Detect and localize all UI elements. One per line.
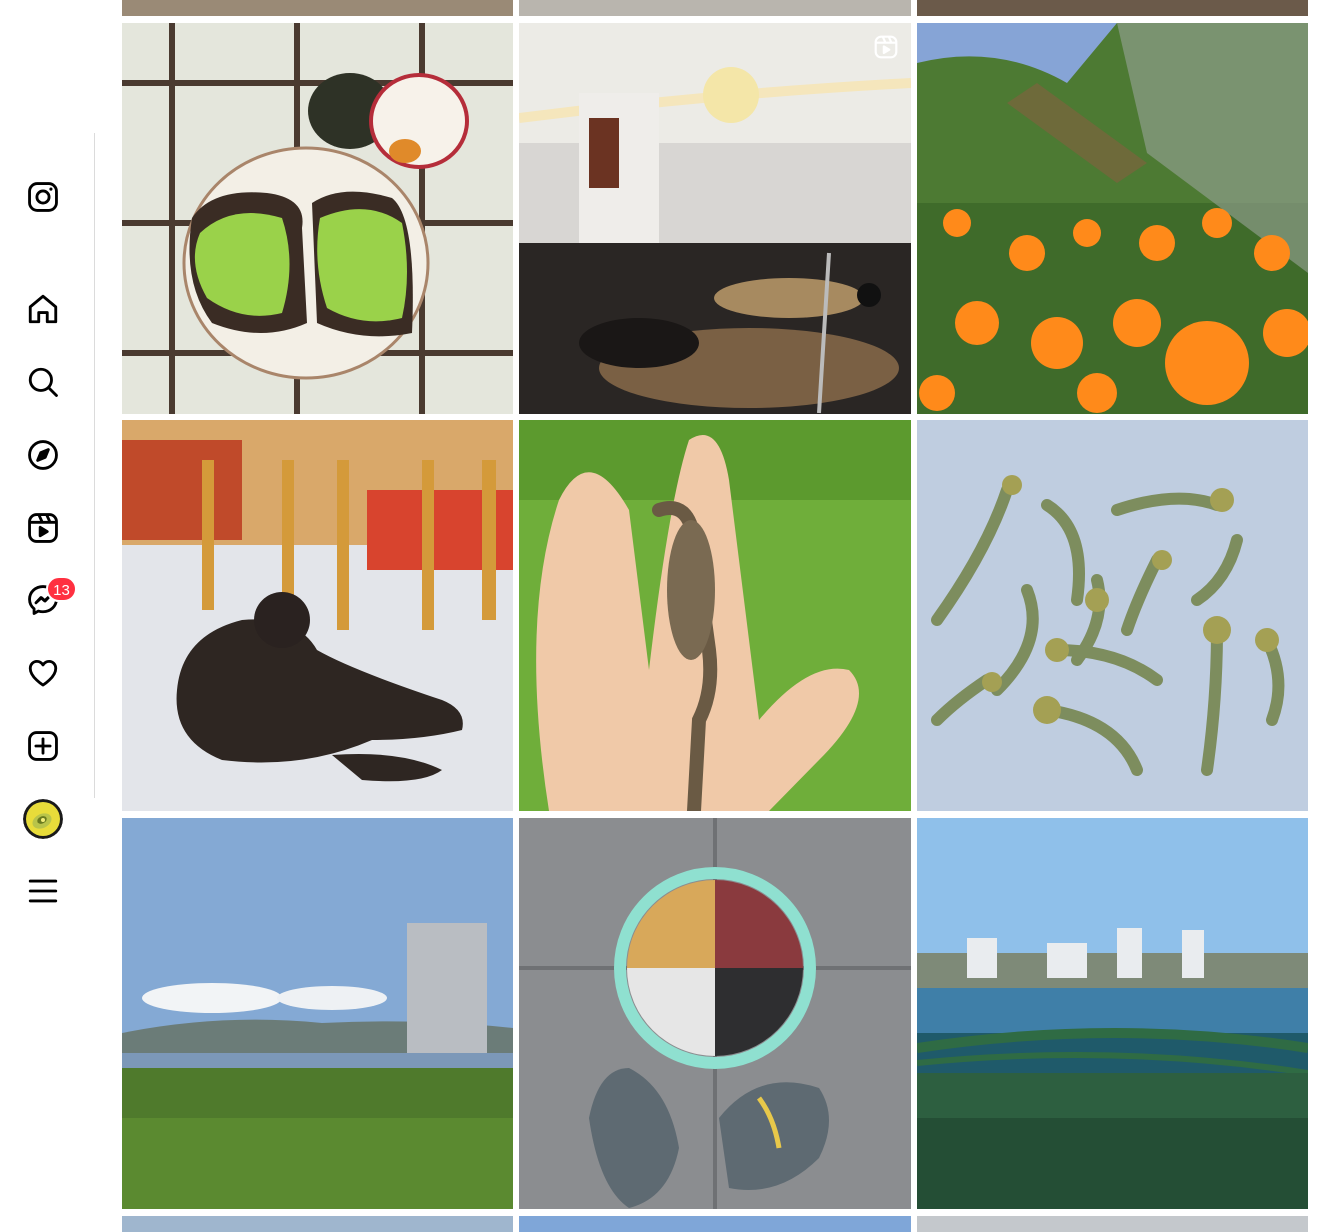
reel-badge-icon xyxy=(873,34,899,60)
post-partial-top[interactable] xyxy=(519,0,911,16)
post-poppies[interactable] xyxy=(917,23,1308,414)
post-cat[interactable] xyxy=(122,420,513,811)
post-lake-bridge[interactable] xyxy=(917,818,1308,1209)
post-grid xyxy=(0,0,1324,1232)
post-partial-bottom[interactable] xyxy=(519,1216,911,1232)
post-avocado-toast[interactable] xyxy=(122,23,513,414)
post-lizard-on-hand[interactable] xyxy=(519,420,911,811)
post-partial-bottom[interactable] xyxy=(917,1216,1308,1232)
post-dried-mushrooms[interactable] xyxy=(917,420,1308,811)
post-partial-top[interactable] xyxy=(122,0,513,16)
post-partial-bottom[interactable] xyxy=(122,1216,513,1232)
post-lake-lawn[interactable] xyxy=(122,818,513,1209)
post-drum-kit[interactable] xyxy=(519,23,911,414)
post-partial-top[interactable] xyxy=(917,0,1308,16)
post-medicine-wheel-chalk[interactable] xyxy=(519,818,911,1209)
